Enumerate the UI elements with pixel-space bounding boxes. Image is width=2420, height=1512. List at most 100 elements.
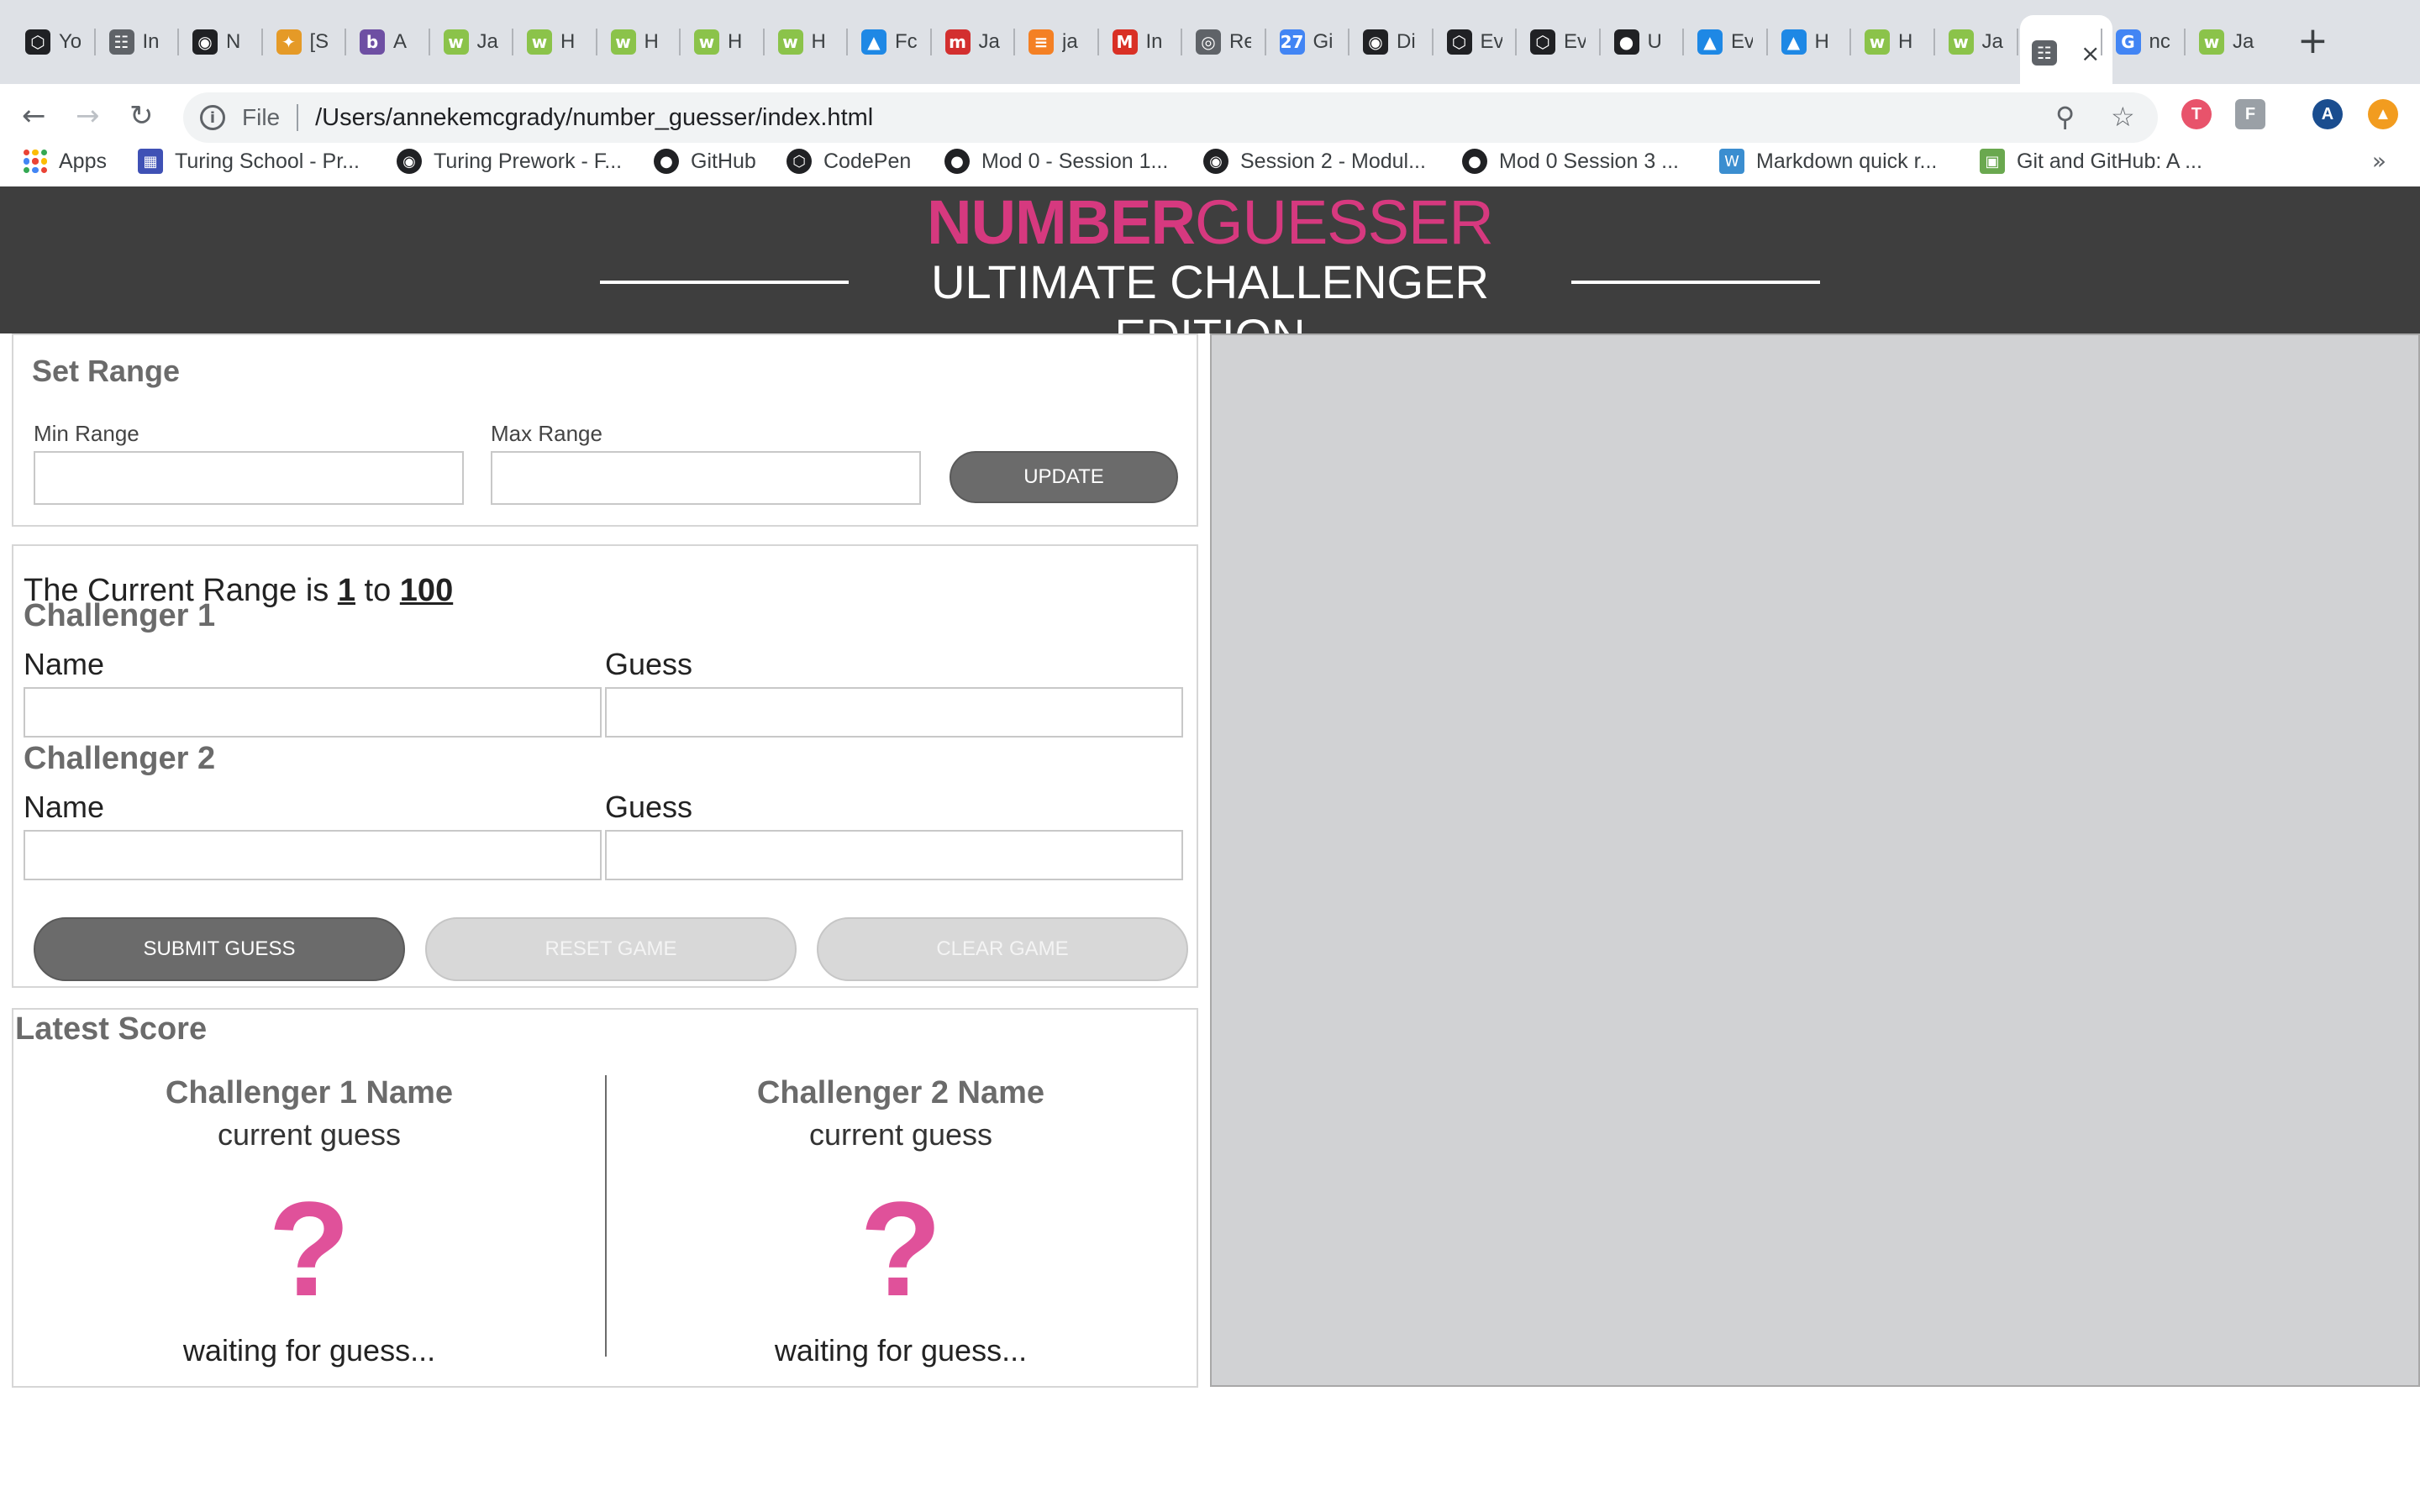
browser-tab[interactable]: wH: [682, 22, 763, 62]
close-icon[interactable]: ×: [2081, 39, 2100, 67]
codepen-icon: ⬡: [1530, 29, 1555, 55]
browser-tab[interactable]: w Ja: [432, 22, 513, 62]
browser-tab[interactable]: ⬡ Yo: [13, 22, 94, 62]
browser-tab-title: ja: [1062, 30, 1078, 53]
game-results-area: [1210, 333, 2420, 1387]
bookmark-item[interactable]: ● GitHub: [654, 136, 756, 186]
bookmark-item[interactable]: ● Mod 0 - Session 1...: [944, 136, 1168, 186]
browser-tab[interactable]: ● U: [1602, 22, 1683, 62]
update-button[interactable]: UPDATE: [950, 451, 1178, 503]
browser-tab[interactable]: wH: [599, 22, 680, 62]
bookmarks-overflow-icon[interactable]: »: [2372, 136, 2386, 186]
tab-separator: [1348, 29, 1349, 55]
browser-tab[interactable]: ⬡ Ev: [1435, 22, 1516, 62]
challenger-1-guess-input[interactable]: [605, 687, 1183, 738]
edition-rule-right: [1571, 281, 1820, 284]
browser-tab[interactable]: m Ja: [934, 22, 1014, 62]
score-challenger-1-current-guess: current guess: [217, 1117, 402, 1152]
browser-tab-title: Ev: [1480, 30, 1502, 53]
bookmark-label: Session 2 - Modul...: [1240, 149, 1426, 173]
bookmark-label: Turing School - Pr...: [175, 149, 360, 173]
browser-tab[interactable]: ⬡ Ev: [1518, 22, 1599, 62]
bookmark-item[interactable]: Apps: [24, 136, 107, 186]
challenger-2-name-input[interactable]: [24, 830, 602, 880]
url-text[interactable]: /Users/annekemcgrady/number_guesser/inde…: [315, 104, 873, 132]
bookmark-item[interactable]: ◉ Session 2 - Modul...: [1203, 136, 1426, 186]
browser-tab[interactable]: bA: [348, 22, 429, 62]
browser-tab[interactable]: wH: [766, 22, 847, 62]
bookmark-label: Mod 0 Session 3 ...: [1499, 149, 1680, 173]
challenger-1-name-label: Name: [24, 647, 105, 681]
document-icon: ☷: [108, 29, 134, 55]
bookmark-item[interactable]: ◉ Turing Prework - F...: [397, 136, 622, 186]
bookmark-star-icon[interactable]: ☆: [2111, 101, 2135, 133]
min-range-label: Min Range: [34, 421, 139, 446]
browser-tab[interactable]: ▲ Fc: [850, 22, 930, 62]
submit-guess-button[interactable]: SUBMIT GUESS: [34, 917, 405, 981]
address-bar[interactable]: i File /Users/annekemcgrady/number_guess…: [183, 92, 2158, 143]
browser-tab[interactable]: ☷ ×: [2020, 15, 2112, 84]
info-icon[interactable]: i: [200, 105, 225, 130]
browser-tab[interactable]: wH: [1853, 22, 1933, 62]
browser-tab[interactable]: M In: [1101, 22, 1181, 62]
w3-icon: w: [694, 29, 719, 55]
extension-icon[interactable]: F: [2235, 99, 2265, 129]
mozilla-icon: m: [944, 29, 971, 55]
todoist-extension-icon[interactable]: T: [2181, 99, 2212, 129]
browser-tab-title: H: [728, 30, 743, 53]
codepen-icon: ⬡: [1446, 29, 1472, 55]
back-arrow-icon[interactable]: ←: [22, 99, 46, 133]
gmail-icon: M: [1112, 29, 1138, 55]
w3-icon: w: [1865, 29, 1890, 55]
codepen-icon: ⬡: [786, 149, 812, 174]
zoom-icon[interactable]: ⚲: [2055, 101, 2075, 133]
avatar[interactable]: A: [2312, 99, 2343, 129]
bookmark-item[interactable]: W Markdown quick r...: [1719, 136, 1937, 186]
browser-tab[interactable]: w Ja: [2187, 22, 2268, 62]
browser-tab[interactable]: ✦ [S: [265, 22, 345, 62]
forward-arrow-icon[interactable]: →: [76, 99, 100, 133]
browser-tab[interactable]: 27 Gi: [1268, 22, 1349, 62]
browser-tab[interactable]: ◉ N: [181, 22, 261, 62]
tab-separator: [1013, 29, 1015, 55]
reload-icon[interactable]: ↻: [129, 99, 154, 133]
browser-tab[interactable]: ◉ Di: [1351, 22, 1432, 62]
browser-tab[interactable]: w Ja: [1937, 22, 2018, 62]
bookmarks-bar: Apps ▦ Turing School - Pr... ◉ Turing Prewor…: [0, 136, 2420, 186]
browser-tab-title: In: [142, 30, 160, 53]
browser-tab[interactable]: ▲ Ev: [1686, 22, 1766, 62]
slack-icon: ✦: [276, 29, 302, 55]
reset-game-button[interactable]: RESET GAME: [425, 917, 797, 981]
browser-tab[interactable]: ▲ H: [1770, 22, 1850, 62]
bookmark-item[interactable]: ▣ Git and GitHub: A ...: [1980, 136, 2202, 186]
browser-tab-title: H: [644, 30, 659, 53]
browser-tab[interactable]: ≡ ja: [1017, 22, 1097, 62]
browser-tab[interactable]: Gnc: [2104, 22, 2185, 62]
bookmark-item[interactable]: ● Mod 0 Session 3 ...: [1462, 136, 1679, 186]
w3-icon: w: [610, 29, 636, 55]
range-min-value: 1: [337, 573, 355, 608]
tab-separator: [428, 29, 430, 55]
browser-tab[interactable]: ◎ Re: [1184, 22, 1265, 62]
score-card-challenger-2: Challenger 2 Name current guess ? waitin…: [607, 1010, 1195, 1388]
clear-game-button[interactable]: CLEAR GAME: [817, 917, 1188, 981]
challenger-2-title: Challenger 2: [24, 741, 216, 776]
browser-tab-title: A: [393, 30, 408, 53]
bookmark-item[interactable]: ⬡ CodePen: [786, 136, 911, 186]
browser-tab[interactable]: ☷ In: [97, 22, 178, 62]
challenger-2-guess-input[interactable]: [605, 830, 1183, 880]
tab-separator: [846, 29, 848, 55]
tab-separator: [1181, 29, 1182, 55]
update-badge-icon[interactable]: ▲: [2368, 99, 2398, 129]
min-range-input[interactable]: [34, 451, 464, 505]
browser-tab-title: Ja: [1981, 30, 2003, 53]
max-range-input[interactable]: [491, 451, 921, 505]
new-tab-button[interactable]: +: [2297, 20, 2328, 62]
challenger-1-name-input[interactable]: [24, 687, 602, 738]
tab-separator: [929, 29, 932, 55]
bookmark-item[interactable]: ▦ Turing School - Pr...: [138, 136, 360, 186]
browser-tab-title: Ja: [978, 30, 1000, 53]
w3-icon: w: [1948, 29, 1974, 55]
browser-tab-title: Gi: [1313, 30, 1334, 53]
browser-tab[interactable]: wH: [515, 22, 596, 62]
